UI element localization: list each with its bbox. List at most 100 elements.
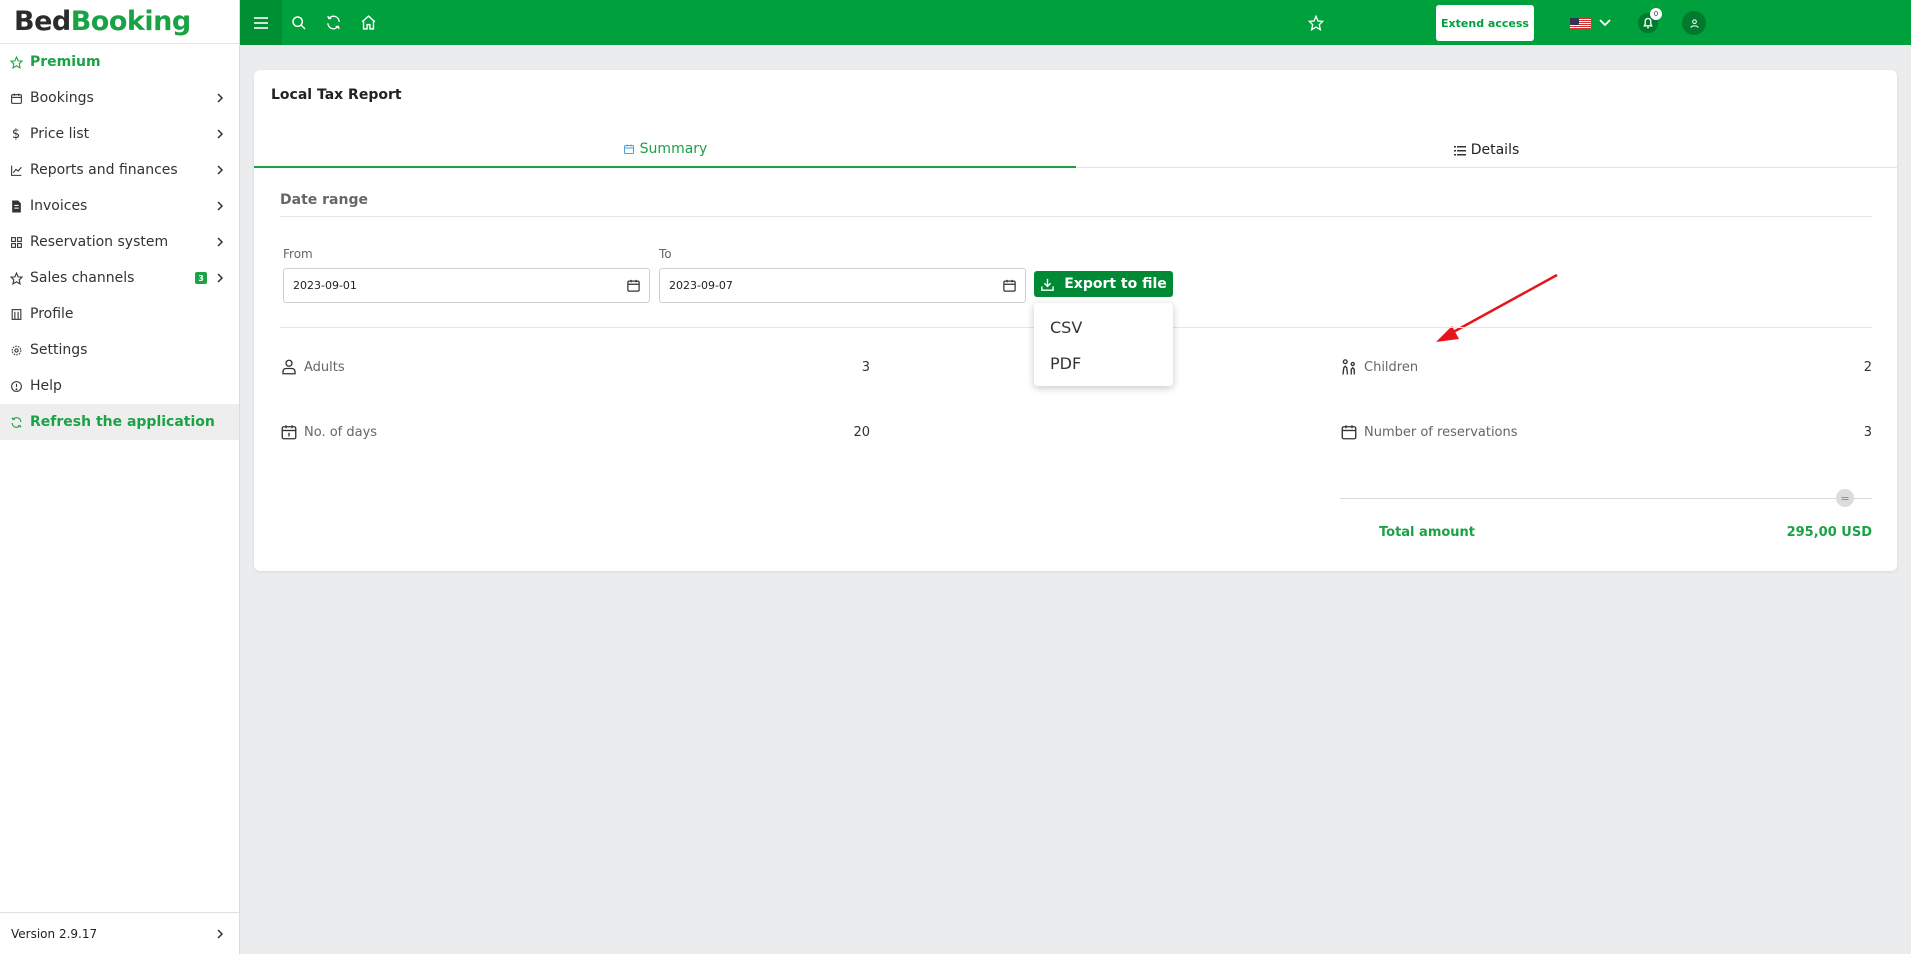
chevron-right-icon bbox=[217, 237, 224, 247]
sidebar-item-label: Reservation system bbox=[30, 234, 169, 250]
chevron-right-icon bbox=[217, 201, 224, 211]
children-label: Children bbox=[1364, 359, 1419, 375]
calendar-icon bbox=[623, 144, 634, 154]
sidebar-item-profile[interactable]: Profile bbox=[0, 296, 239, 332]
home-icon bbox=[361, 15, 375, 30]
hamburger-icon bbox=[254, 16, 268, 29]
days-stat: No. of days bbox=[280, 422, 377, 442]
version-footer[interactable]: Version 2.9.17 bbox=[0, 912, 239, 954]
chevron-down-icon bbox=[1599, 18, 1611, 26]
sidebar-item-premium[interactable]: Premium bbox=[0, 44, 239, 80]
favorite-button[interactable] bbox=[1298, 0, 1334, 45]
equals-icon: = bbox=[1836, 489, 1854, 507]
sidebar-item-label: Settings bbox=[30, 342, 88, 358]
local-tax-report-card: Local Tax Report Summary Details Date ra… bbox=[254, 70, 1897, 571]
export-to-file-button[interactable]: Export to file bbox=[1034, 271, 1173, 297]
reservations-value: 3 bbox=[1863, 425, 1872, 440]
divider bbox=[280, 216, 1872, 217]
child-icon bbox=[1340, 358, 1358, 376]
from-label: From bbox=[283, 247, 313, 261]
search-button[interactable] bbox=[281, 0, 317, 45]
page-title: Local Tax Report bbox=[271, 87, 402, 103]
notifications-button[interactable]: 0 bbox=[1630, 0, 1666, 45]
sidebar-item-settings[interactable]: Settings bbox=[0, 332, 239, 368]
menu-toggle-button[interactable] bbox=[240, 0, 282, 45]
export-csv-option[interactable]: CSV bbox=[1034, 309, 1173, 345]
from-date-input[interactable]: 2023-09-01 bbox=[283, 268, 650, 303]
language-dropdown-toggle[interactable] bbox=[1595, 0, 1615, 45]
chevron-right-icon bbox=[217, 93, 224, 103]
sidebar-nav: Premium Bookings $ Price list Reports an… bbox=[0, 44, 239, 440]
export-format-menu: CSV PDF bbox=[1034, 303, 1173, 386]
star-icon bbox=[9, 55, 23, 69]
adults-stat: Adults bbox=[280, 357, 345, 377]
days-value: 20 bbox=[853, 425, 870, 440]
sidebar-item-refresh[interactable]: Refresh the application bbox=[0, 404, 239, 440]
export-pdf-option[interactable]: PDF bbox=[1034, 345, 1173, 381]
calendar-icon bbox=[9, 91, 23, 105]
dollar-icon: $ bbox=[11, 126, 21, 142]
brand-part2: Booking bbox=[70, 6, 191, 37]
us-flag-icon[interactable] bbox=[1570, 16, 1591, 29]
to-label: To bbox=[659, 247, 672, 261]
brand-logo[interactable]: Bed Booking bbox=[0, 0, 239, 44]
children-stat: Children bbox=[1340, 357, 1418, 377]
date-range-heading: Date range bbox=[280, 192, 368, 208]
sidebar-item-reports[interactable]: Reports and finances bbox=[0, 152, 239, 188]
total-amount-value: 295,00 USD bbox=[1786, 525, 1872, 540]
tab-details[interactable]: Details bbox=[1076, 132, 1897, 168]
user-avatar-button[interactable] bbox=[1682, 11, 1706, 35]
reservations-label: Number of reservations bbox=[1364, 424, 1518, 440]
top-bar: Extend access 0 bbox=[240, 0, 1911, 45]
sidebar-item-sales-channels[interactable]: Sales channels 3 bbox=[0, 260, 239, 296]
extend-access-button[interactable]: Extend access bbox=[1436, 5, 1534, 41]
sales-channels-badge: 3 bbox=[195, 272, 207, 284]
calendar-icon[interactable] bbox=[1002, 278, 1017, 293]
chevron-right-icon bbox=[217, 273, 224, 283]
sidebar-item-label: Help bbox=[30, 378, 62, 394]
home-button[interactable] bbox=[350, 0, 386, 45]
star-icon bbox=[1308, 14, 1324, 31]
tab-details-label: Details bbox=[1470, 142, 1520, 158]
sync-icon bbox=[326, 15, 340, 30]
sidebar-item-price-list[interactable]: $ Price list bbox=[0, 116, 239, 152]
invoice-icon bbox=[9, 199, 23, 213]
adults-label: Adults bbox=[304, 359, 345, 375]
sidebar-item-label: Reports and finances bbox=[30, 162, 178, 178]
calendar-icon[interactable] bbox=[626, 278, 641, 293]
sidebar-item-label: Profile bbox=[30, 306, 74, 322]
children-value: 2 bbox=[1863, 360, 1872, 375]
days-label: No. of days bbox=[304, 424, 378, 440]
search-icon bbox=[292, 15, 306, 30]
tab-summary-label: Summary bbox=[639, 141, 708, 157]
chevron-right-icon bbox=[217, 165, 224, 175]
user-icon bbox=[1689, 18, 1699, 28]
calendar-day-icon bbox=[280, 423, 298, 441]
building-icon bbox=[9, 307, 23, 321]
grid-icon bbox=[9, 235, 23, 249]
chevron-right-icon bbox=[217, 129, 224, 139]
reservations-stat: Number of reservations bbox=[1340, 422, 1518, 442]
from-date-value: 2023-09-01 bbox=[293, 279, 357, 292]
sidebar-item-bookings[interactable]: Bookings bbox=[0, 80, 239, 116]
sidebar-item-help[interactable]: Help bbox=[0, 368, 239, 404]
sync-button[interactable] bbox=[315, 0, 351, 45]
to-date-input[interactable]: 2023-09-07 bbox=[659, 268, 1026, 303]
users-icon bbox=[280, 358, 298, 376]
list-icon bbox=[1453, 145, 1466, 155]
sidebar-item-label: Sales channels bbox=[30, 270, 135, 286]
brand-part1: Bed bbox=[14, 6, 71, 37]
chevron-right-icon bbox=[217, 928, 224, 939]
chart-line-icon bbox=[9, 163, 23, 177]
gear-icon bbox=[9, 343, 23, 357]
calendar-icon bbox=[1340, 423, 1358, 441]
sidebar-item-label: Bookings bbox=[30, 90, 94, 106]
sidebar-item-invoices[interactable]: Invoices bbox=[0, 188, 239, 224]
annotation-arrow bbox=[1436, 273, 1558, 342]
sidebar-item-label: Invoices bbox=[30, 198, 88, 214]
tab-summary[interactable]: Summary bbox=[254, 132, 1076, 168]
to-date-value: 2023-09-07 bbox=[669, 279, 733, 292]
sidebar-item-reservation-system[interactable]: Reservation system bbox=[0, 224, 239, 260]
export-label: Export to file bbox=[1064, 276, 1167, 292]
info-icon bbox=[9, 379, 23, 393]
